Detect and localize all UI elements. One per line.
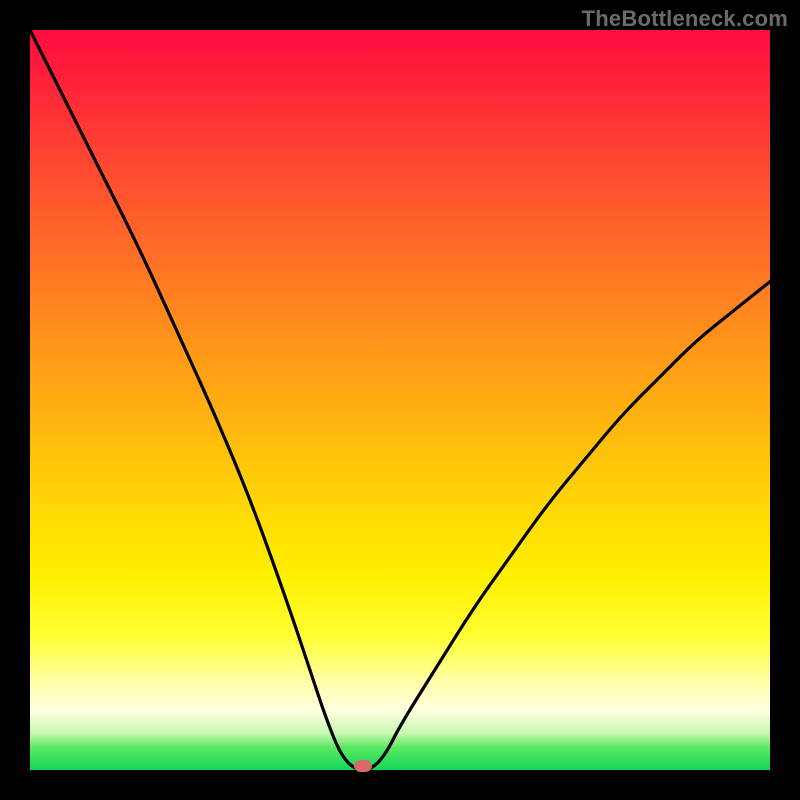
- bottleneck-curve: [30, 30, 770, 770]
- plot-area: [30, 30, 770, 770]
- optimal-marker: [354, 760, 372, 772]
- curve-path: [30, 30, 770, 770]
- watermark-text: TheBottleneck.com: [582, 6, 788, 32]
- chart-frame: TheBottleneck.com: [0, 0, 800, 800]
